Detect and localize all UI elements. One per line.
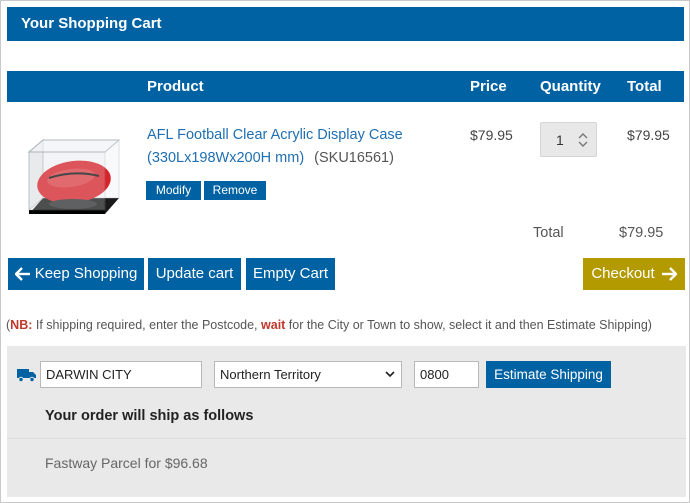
divider bbox=[7, 438, 686, 439]
item-price: $79.95 bbox=[470, 127, 513, 143]
remove-button[interactable]: Remove bbox=[204, 181, 266, 200]
quantity-stepper[interactable]: 1 bbox=[540, 122, 597, 157]
keep-shopping-label: Keep Shopping bbox=[34, 265, 138, 282]
spinner-icon[interactable] bbox=[577, 131, 589, 149]
city-field[interactable]: DARWIN CITY bbox=[40, 361, 202, 388]
note-nb: NB: bbox=[10, 318, 33, 332]
arrow-right-icon bbox=[661, 267, 677, 281]
quantity-value: 1 bbox=[556, 132, 564, 148]
shipping-option: Fastway Parcel for $96.68 bbox=[45, 455, 208, 471]
checkout-button[interactable]: Checkout bbox=[583, 258, 685, 290]
product-image[interactable] bbox=[19, 126, 125, 218]
empty-cart-button[interactable]: Empty Cart bbox=[246, 258, 335, 290]
shipping-panel: DARWIN CITY Northern Territory 0800 Esti… bbox=[7, 346, 686, 497]
cart-title: Your Shopping Cart bbox=[7, 7, 684, 41]
postcode-field[interactable]: 0800 bbox=[414, 361, 479, 388]
state-value: Northern Territory bbox=[220, 367, 321, 382]
product-name: AFL Football Clear Acrylic Display Case … bbox=[147, 124, 447, 170]
header-total: Total bbox=[627, 78, 662, 95]
header-price: Price bbox=[470, 78, 507, 95]
arrow-left-icon bbox=[14, 267, 30, 281]
cart-total-label: Total bbox=[533, 225, 564, 241]
checkout-label: Checkout bbox=[591, 265, 655, 282]
header-quantity: Quantity bbox=[540, 78, 601, 95]
note-wait: wait bbox=[261, 318, 286, 332]
note-part1: If shipping required, enter the Postcode… bbox=[32, 318, 262, 332]
cart-total-value: $79.95 bbox=[619, 225, 664, 241]
shipping-heading: Your order will ship as follows bbox=[45, 408, 254, 424]
item-total: $79.95 bbox=[627, 127, 670, 143]
shipping-note: (NB: If shipping required, enter the Pos… bbox=[6, 318, 652, 332]
product-sku: (SKU16561) bbox=[314, 150, 394, 166]
update-cart-button[interactable]: Update cart bbox=[148, 258, 241, 290]
cart-table-header: Product Price Quantity Total bbox=[7, 71, 684, 102]
estimate-shipping-button[interactable]: Estimate Shipping bbox=[486, 361, 611, 388]
truck-icon bbox=[17, 369, 36, 382]
note-part2: for the City or Town to show, select it … bbox=[285, 318, 652, 332]
header-product: Product bbox=[147, 78, 204, 95]
state-select[interactable]: Northern Territory bbox=[214, 361, 402, 388]
keep-shopping-button[interactable]: Keep Shopping bbox=[8, 258, 144, 290]
modify-button[interactable]: Modify bbox=[146, 181, 201, 200]
chevron-down-icon bbox=[385, 371, 395, 378]
